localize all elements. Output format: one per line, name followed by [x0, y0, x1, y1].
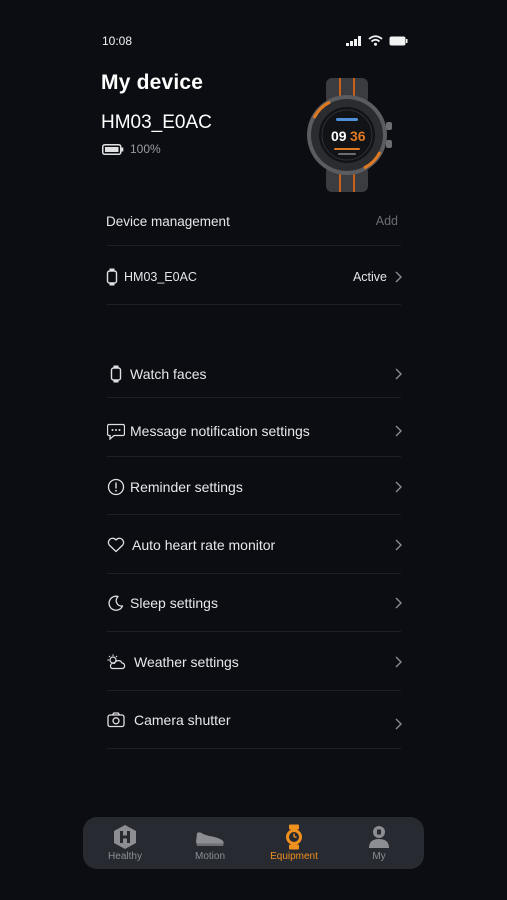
chevron-right-icon [395, 271, 402, 283]
wifi-icon [368, 35, 383, 46]
menu-item-watch-faces[interactable]: Watch faces [106, 359, 402, 389]
chevron-right-icon [395, 597, 402, 609]
device-item-name: HM03_E0AC [124, 270, 197, 284]
watch-icon [284, 824, 304, 850]
profile-icon [368, 824, 390, 850]
chevron-right-icon [395, 539, 402, 551]
watch-icon [106, 364, 126, 384]
chevron-right-icon [395, 368, 402, 380]
status-time: 10:08 [102, 34, 133, 48]
menu-item-label: Weather settings [134, 654, 239, 670]
shoe-icon [195, 824, 225, 850]
divider [107, 631, 401, 632]
battery-icon [102, 143, 124, 155]
divider [107, 304, 401, 305]
nav-label: Equipment [270, 851, 318, 862]
svg-text:36: 36 [350, 128, 366, 144]
device-status: Active [352, 270, 387, 284]
chevron-right-icon [395, 656, 402, 668]
status-icons [346, 35, 408, 46]
menu-item-label: Auto heart rate monitor [132, 537, 276, 553]
device-list-item[interactable]: HM03_E0AC Active [106, 264, 402, 290]
message-icon [106, 421, 126, 441]
divider [107, 245, 401, 246]
battery-status-icon [389, 36, 408, 45]
bottom-nav: Healthy Motion Equipment My [83, 817, 424, 869]
chevron-right-icon [395, 718, 402, 730]
menu-item-auto-heart-rate-monitor[interactable]: Auto heart rate monitor [106, 530, 402, 560]
nav-item-my[interactable]: My [339, 817, 419, 869]
chevron-right-icon [395, 481, 402, 493]
nav-label: Motion [194, 851, 225, 862]
watch-icon [106, 268, 118, 286]
moon-icon [106, 593, 126, 613]
menu-item-label: Watch faces [130, 366, 207, 382]
svg-text:09: 09 [331, 128, 347, 144]
divider [107, 456, 401, 457]
add-device-button[interactable]: Add [376, 214, 398, 228]
battery-level: 100% [102, 142, 161, 156]
page-title: My device [101, 71, 204, 94]
menu-item-message-notification-settings[interactable]: Message notification settings [106, 416, 402, 446]
cellular-signal-icon [346, 35, 361, 46]
chevron-right-icon [395, 425, 402, 437]
weather-icon [106, 652, 126, 672]
menu-item-weather-settings[interactable]: Weather settings [106, 647, 402, 677]
menu-item-label: Camera shutter [134, 712, 231, 728]
camera-icon [106, 710, 126, 730]
divider [107, 514, 401, 515]
nav-label: My [372, 851, 386, 862]
menu-item-sleep-settings[interactable]: Sleep settings [106, 588, 402, 618]
divider [107, 748, 401, 749]
watch-image: 09 36 [307, 78, 392, 192]
menu-item-reminder-settings[interactable]: Reminder settings [106, 472, 402, 502]
divider [107, 690, 401, 691]
menu-item-label: Sleep settings [130, 595, 218, 611]
divider [107, 397, 401, 398]
healthy-icon [112, 824, 138, 850]
alert-icon [106, 477, 126, 497]
device-management-header: Device management Add [106, 208, 398, 234]
nav-item-motion[interactable]: Motion [170, 817, 250, 869]
battery-percent: 100% [130, 142, 161, 156]
nav-label: Healthy [108, 851, 142, 862]
menu-item-label: Message notification settings [130, 423, 310, 439]
heart-icon [106, 535, 126, 555]
nav-item-equipment[interactable]: Equipment [254, 817, 334, 869]
nav-item-healthy[interactable]: Healthy [85, 817, 165, 869]
menu-item-label: Reminder settings [130, 479, 243, 495]
menu-item-camera-shutter[interactable]: Camera shutter [106, 705, 402, 735]
divider [107, 573, 401, 574]
device-management-title: Device management [106, 213, 230, 229]
device-name: HM03_E0AC [101, 112, 212, 133]
